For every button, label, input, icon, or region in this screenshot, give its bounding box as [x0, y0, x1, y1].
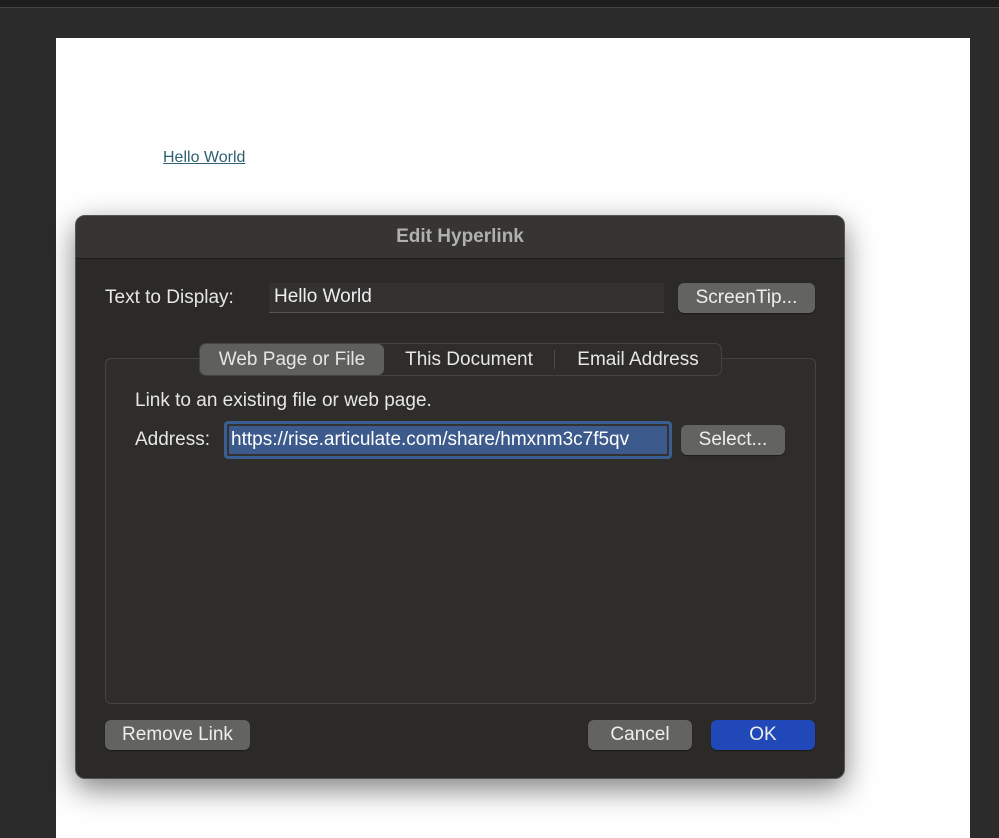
link-type-tabs: Web Page or File This Document Email Add… [199, 343, 722, 376]
remove-link-button[interactable]: Remove Link [105, 720, 250, 750]
tab-web-page-or-file[interactable]: Web Page or File [200, 344, 384, 375]
document-hyperlink[interactable]: Hello World [163, 149, 245, 167]
tab-this-document[interactable]: This Document [384, 344, 554, 375]
screentip-button[interactable]: ScreenTip... [678, 283, 815, 313]
edit-hyperlink-dialog: Edit Hyperlink Text to Display: Hello Wo… [75, 215, 845, 779]
address-value: https://rise.articulate.com/share/hmxnm3… [229, 426, 667, 454]
tab-email-address[interactable]: Email Address [555, 344, 721, 375]
text-to-display-label: Text to Display: [105, 287, 234, 308]
text-to-display-input[interactable]: Hello World [269, 283, 664, 313]
select-button[interactable]: Select... [681, 425, 785, 455]
dialog-title: Edit Hyperlink [76, 216, 844, 259]
ok-button[interactable]: OK [711, 720, 815, 750]
link-description: Link to an existing file or web page. [135, 390, 432, 411]
address-input[interactable]: https://rise.articulate.com/share/hmxnm3… [224, 421, 672, 459]
top-bar [0, 0, 999, 8]
cancel-button[interactable]: Cancel [588, 720, 692, 750]
address-label: Address: [135, 429, 210, 450]
